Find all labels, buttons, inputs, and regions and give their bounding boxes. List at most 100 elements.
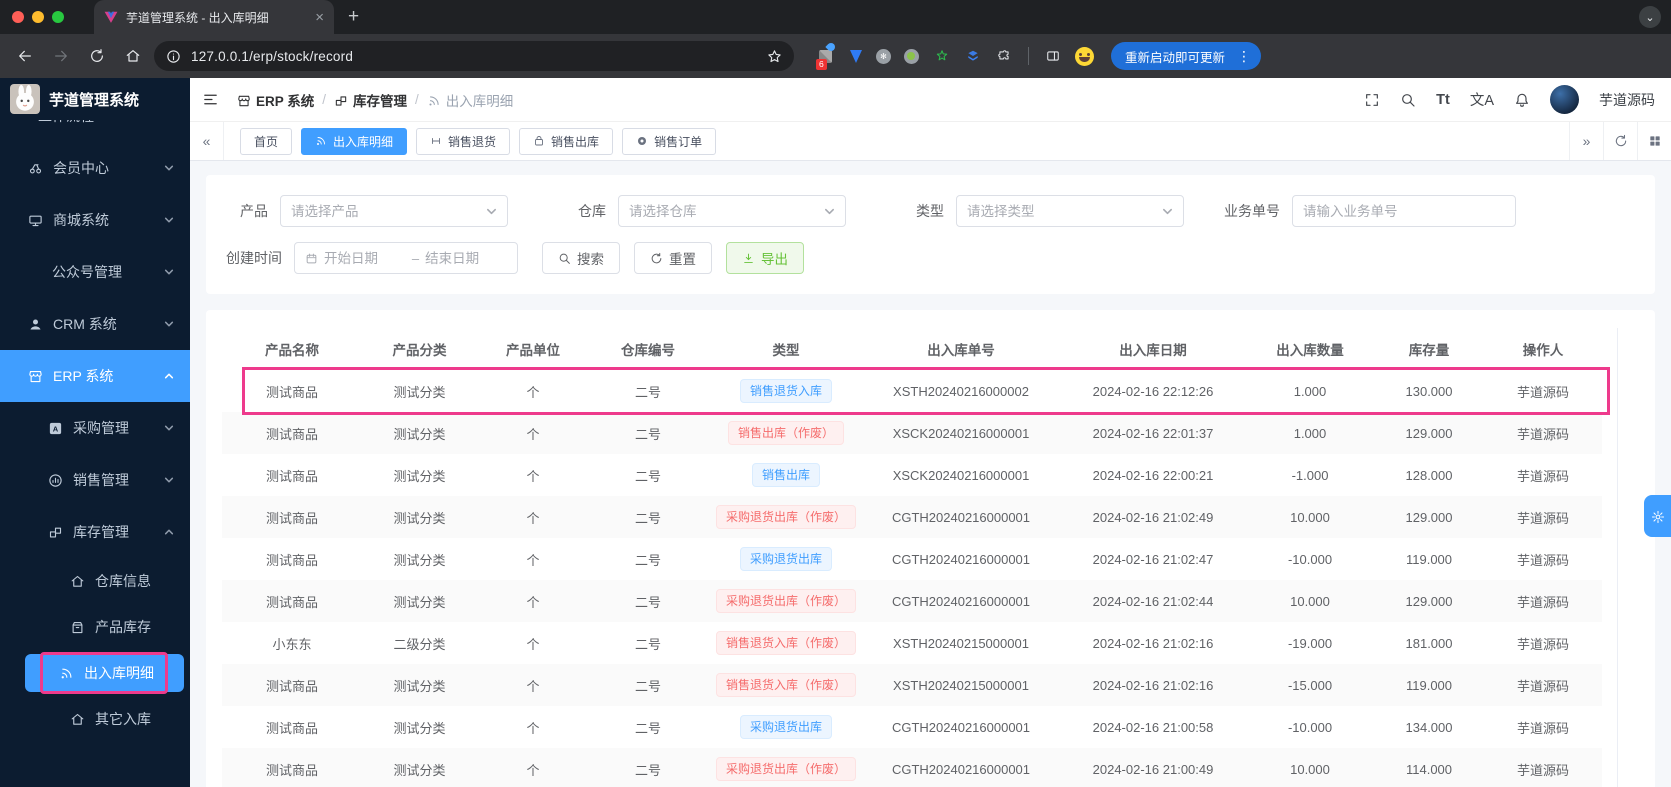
cell-product-name: 测试商品 xyxy=(222,664,362,706)
page-tab-stock-record[interactable]: 出入库明细 xyxy=(301,127,408,155)
theme-settings-button[interactable] xyxy=(1644,495,1671,537)
download-icon xyxy=(742,252,755,265)
side-panel-icon[interactable] xyxy=(1042,45,1064,67)
table-row[interactable]: 测试商品 测试分类 个 二号 采购退货出库（作废） CGTH2024021600… xyxy=(222,580,1602,622)
reset-button[interactable]: 重置 xyxy=(634,242,712,274)
sidebar-item-member[interactable]: 会员中心 xyxy=(0,142,190,194)
stock-icon xyxy=(48,525,63,540)
sidebar-item-erp[interactable]: ERP 系统 xyxy=(0,350,190,402)
site-info-icon[interactable] xyxy=(166,49,181,64)
close-tab-icon[interactable]: × xyxy=(315,9,324,26)
fullscreen-icon[interactable] xyxy=(1364,92,1380,108)
warehouse-select-input[interactable] xyxy=(629,203,824,219)
table-row[interactable]: 小东东 二级分类 个 二号 销售退货入库（作废） XSTH20240215000… xyxy=(222,622,1602,664)
extension-icon[interactable]: ✻ xyxy=(876,48,891,64)
search-button[interactable]: 搜索 xyxy=(542,242,620,274)
sidebar-item-other-in[interactable]: 其它入库 xyxy=(0,696,190,742)
minimize-window-button[interactable] xyxy=(32,11,44,23)
sidebar-item-mall[interactable]: 商城系统 xyxy=(0,194,190,246)
biz-no-filter-label: 业务单号 xyxy=(1224,203,1280,219)
extension-icon[interactable] xyxy=(931,45,953,67)
sidebar-item-warehouse-info[interactable]: 仓库信息 xyxy=(0,558,190,604)
sidebar-item-product-stock[interactable]: 产品库存 xyxy=(0,604,190,650)
start-date-input[interactable] xyxy=(324,250,406,266)
type-select-input[interactable] xyxy=(967,203,1162,219)
product-select-input[interactable] xyxy=(291,203,486,219)
extension-icon[interactable]: 6 xyxy=(814,41,837,70)
tab-search-button[interactable]: ⌄ xyxy=(1639,6,1661,28)
table-row[interactable]: 测试商品 测试分类 个 二号 采购退货出库（作废） CGTH2024021600… xyxy=(222,748,1602,787)
table-row[interactable]: 测试商品 测试分类 个 二号 销售退货入库（作废） XSTH2024021500… xyxy=(222,664,1602,706)
cell-order-no: CGTH20240216000001 xyxy=(865,748,1057,787)
breadcrumb-item-stock[interactable]: 库存管理 xyxy=(334,90,407,110)
extensions-menu-icon[interactable] xyxy=(993,45,1015,67)
sidebar-item-crm[interactable]: CRM 系统 xyxy=(0,298,190,350)
reload-button[interactable] xyxy=(82,41,112,71)
export-button[interactable]: 导出 xyxy=(726,242,804,274)
table-row[interactable]: 测试商品 测试分类 个 二号 销售出库 XSCK20240216000001 2… xyxy=(222,454,1602,496)
col-stock: 库存量 xyxy=(1371,328,1487,370)
create-time-range-picker[interactable]: – xyxy=(294,242,518,274)
product-select[interactable] xyxy=(280,195,508,227)
table-row[interactable]: 测试商品 测试分类 个 二号 采购退货出库 CGTH20240216000001 xyxy=(222,706,1602,748)
tabs-scroll-right-button[interactable]: » xyxy=(1569,122,1603,160)
search-icon[interactable] xyxy=(1400,92,1416,108)
new-tab-button[interactable]: + xyxy=(348,6,359,28)
warehouse-select[interactable] xyxy=(618,195,846,227)
close-window-button[interactable] xyxy=(12,11,24,23)
sidebar-item-stock-record[interactable]: 出入库明细 xyxy=(25,652,184,694)
browser-tab[interactable]: 芋道管理系统 - 出入库明细 × xyxy=(94,0,334,34)
bookmark-star-icon[interactable] xyxy=(767,49,782,64)
back-button[interactable] xyxy=(10,41,40,71)
extension-icon[interactable] xyxy=(845,45,867,67)
sidebar-item-purchase[interactable]: A 采购管理 xyxy=(0,402,190,454)
tabs-scroll-left-button[interactable]: « xyxy=(190,122,224,160)
page-tab-sale-return[interactable]: 销售退货 xyxy=(416,127,511,155)
home-button[interactable] xyxy=(118,41,148,71)
cell-operator: 芋道源码 xyxy=(1487,748,1599,787)
cell-type: 采购退货出库（作废） xyxy=(707,496,865,538)
tabs-menu-grid-icon[interactable] xyxy=(1637,122,1671,160)
address-bar[interactable]: 127.0.0.1/erp/stock/record xyxy=(154,41,794,71)
end-date-input[interactable] xyxy=(425,250,508,266)
page-tab-home[interactable]: 首页 xyxy=(240,127,293,155)
cell-product-name: 测试商品 xyxy=(265,468,318,484)
breadcrumb-item-erp[interactable]: ERP 系统 xyxy=(237,90,314,110)
biz-no-input[interactable] xyxy=(1303,203,1505,219)
cell-date: 2024-02-16 21:00:49 xyxy=(1057,748,1249,787)
table-row[interactable]: 测试商品 测试分类 个 二号 采购退货出库 CGTH20240216000001 xyxy=(222,538,1602,580)
sidebar-item-workflow[interactable]: 工作流程 xyxy=(0,120,190,142)
notification-bell-icon[interactable] xyxy=(1514,92,1530,108)
type-select[interactable] xyxy=(956,195,1184,227)
profile-avatar-icon[interactable] xyxy=(1073,45,1095,67)
page-tab-sale-out[interactable]: 销售出库 xyxy=(519,127,614,155)
restart-update-button[interactable]: 重新启动即可更新 ⋮ xyxy=(1111,42,1262,70)
table-row[interactable]: 测试商品 测试分类 个 二号 销售退货入库 XSTH20240216000002 xyxy=(222,370,1602,412)
user-avatar[interactable] xyxy=(1550,85,1579,114)
extension-icon[interactable] xyxy=(962,45,984,67)
warehouse-filter-label: 仓库 xyxy=(578,203,606,219)
extension-icon[interactable] xyxy=(900,45,922,67)
refresh-tab-button[interactable] xyxy=(1603,122,1637,160)
table-row[interactable]: 测试商品 测试分类 个 二号 销售出库（作废） XSCK202402160000… xyxy=(222,412,1602,454)
zoom-window-button[interactable] xyxy=(52,11,64,23)
cell-gutter xyxy=(1599,370,1602,412)
cell-warehouse-no: 二号 xyxy=(589,496,707,538)
app-logo-row[interactable]: 芋道管理系统 xyxy=(0,78,190,120)
collapse-menu-icon[interactable] xyxy=(202,91,219,108)
sidebar-item-official-account[interactable]: 公众号管理 xyxy=(0,246,190,298)
table-row[interactable]: 测试商品 测试分类 个 二号 采购退货出库（作废） CGTH2024021600… xyxy=(222,496,1602,538)
translate-button[interactable]: 文A xyxy=(1470,89,1494,110)
browser-menu-icon[interactable]: ⋮ xyxy=(1233,48,1255,65)
user-name[interactable]: 芋道源码 xyxy=(1599,90,1655,110)
sidebar-item-sales[interactable]: 销售管理 xyxy=(0,454,190,506)
sidebar-item-stock[interactable]: 库存管理 xyxy=(0,506,190,558)
cell-product-category: 测试分类 xyxy=(362,580,477,622)
forward-button[interactable] xyxy=(46,41,76,71)
chevron-down-icon xyxy=(164,423,174,434)
page-tab-sale-order[interactable]: 销售订单 xyxy=(622,127,717,155)
font-size-button[interactable]: Tt xyxy=(1436,92,1450,108)
col-product-name: 产品名称 xyxy=(222,328,362,370)
cell-product-unit: 个 xyxy=(477,748,589,787)
cell-product-unit: 个 xyxy=(526,552,540,568)
